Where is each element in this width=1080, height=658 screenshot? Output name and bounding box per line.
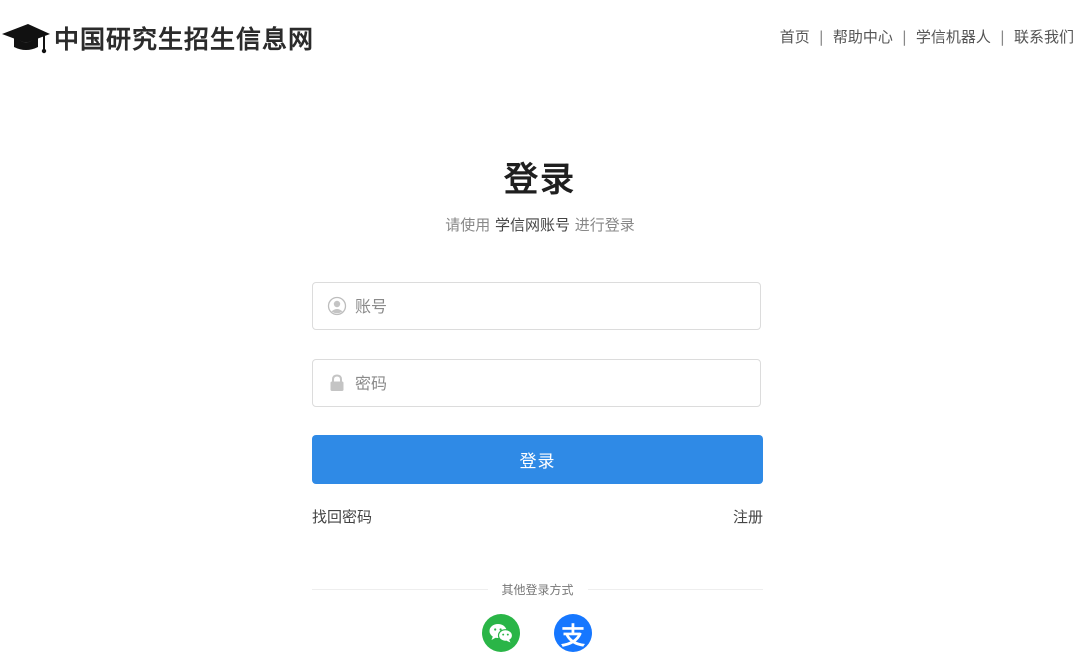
divider-line	[312, 588, 488, 590]
site-logo[interactable]: 中国研究生招生信息网	[0, 18, 314, 58]
top-nav: 首页 | 帮助中心 | 学信机器人 | 联系我们	[780, 26, 1074, 47]
nav-help-center[interactable]: 帮助中心	[833, 26, 893, 47]
nav-home[interactable]: 首页	[780, 26, 810, 47]
account-field[interactable]	[312, 282, 761, 330]
login-subtitle: 请使用 学信网账号 进行登录	[0, 214, 1080, 235]
login-page: 中国研究生招生信息网 首页 | 帮助中心 | 学信机器人 | 联系我们 登录 请…	[0, 0, 1080, 658]
subtitle-prefix: 请使用	[445, 216, 491, 234]
nav-separator: |	[818, 27, 824, 46]
forgot-password-link[interactable]: 找回密码	[312, 506, 372, 527]
divider-line	[587, 588, 764, 590]
subtitle-account-type: 学信网账号	[494, 216, 570, 234]
subtitle-suffix: 进行登录	[574, 216, 635, 234]
alipay-login-button[interactable]: 支	[554, 614, 592, 652]
nav-separator: |	[901, 27, 907, 46]
other-login-divider: 其他登录方式	[312, 578, 764, 600]
user-icon	[327, 296, 347, 316]
alipay-icon: 支	[561, 621, 585, 650]
nav-chatbot[interactable]: 学信机器人	[916, 26, 991, 47]
register-link[interactable]: 注册	[733, 506, 763, 527]
nav-contact[interactable]: 联系我们	[1014, 26, 1074, 47]
account-input[interactable]	[355, 286, 735, 326]
login-button[interactable]: 登录	[312, 435, 763, 484]
nav-separator: |	[999, 27, 1005, 46]
site-title: 中国研究生招生信息网	[54, 25, 315, 54]
password-field[interactable]	[312, 359, 761, 407]
other-login-label: 其他登录方式	[501, 582, 574, 597]
lock-icon	[330, 374, 344, 391]
login-title: 登录	[504, 160, 576, 200]
graduation-cap-icon	[2, 24, 50, 54]
password-input[interactable]	[355, 363, 735, 403]
wechat-icon	[489, 624, 514, 643]
wechat-login-button[interactable]	[482, 614, 520, 652]
login-links: 找回密码 注册	[312, 506, 763, 527]
